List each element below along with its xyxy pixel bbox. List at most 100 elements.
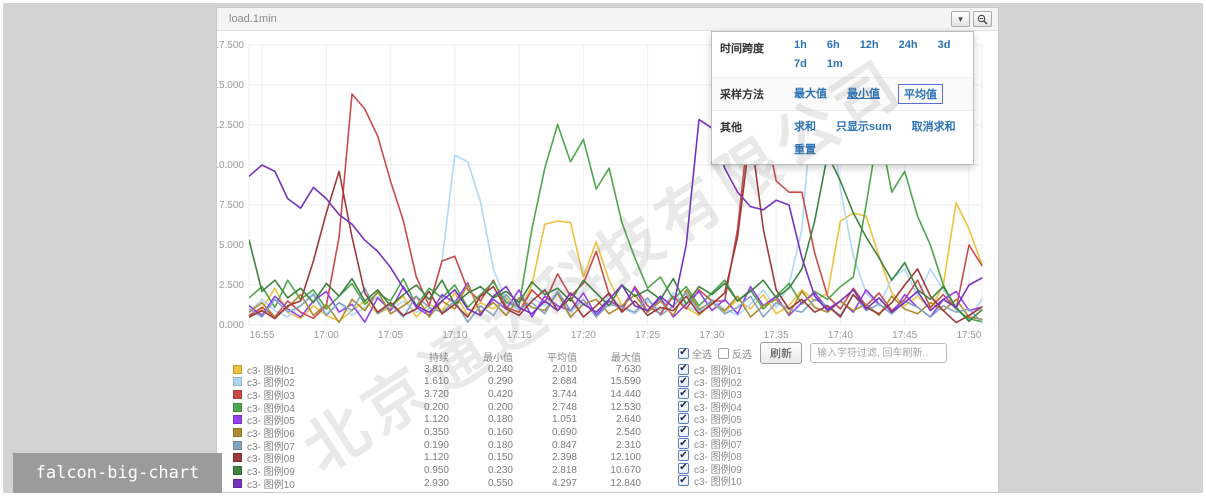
series-toggle-list: ✔c3- 图例01✔c3- 图例02✔c3- 图例03✔c3- 图例04✔c3-… bbox=[678, 363, 742, 487]
select-all-checkbox[interactable]: ✔ bbox=[678, 348, 689, 359]
legend-stat-value: 2.818 bbox=[519, 465, 583, 476]
svg-text:16:55: 16:55 bbox=[249, 330, 274, 341]
series-controls: ✔ 全选 ✔ 反选 刷新 bbox=[678, 342, 947, 364]
series-checkbox[interactable]: ✔ bbox=[678, 463, 689, 474]
series-toggle-label: c3- 图例10 bbox=[694, 473, 742, 488]
legend-stat-value: 2.640 bbox=[583, 414, 647, 425]
legend-stat-value: 0.160 bbox=[455, 427, 519, 438]
svg-text:0.000: 0.000 bbox=[219, 320, 244, 331]
panel-titlebar: load.1min ▾ bbox=[217, 8, 998, 31]
legend-stat-value: 0.230 bbox=[455, 465, 519, 476]
series-checkbox[interactable]: ✔ bbox=[678, 413, 689, 424]
series-color-swatch bbox=[233, 441, 242, 450]
legend-stat-value: 0.350 bbox=[391, 427, 455, 438]
series-checkbox[interactable]: ✔ bbox=[678, 401, 689, 412]
legend-stat-value: 0.200 bbox=[455, 402, 519, 413]
svg-text:17:20: 17:20 bbox=[571, 330, 596, 341]
popover-link-重置[interactable]: 重置 bbox=[792, 140, 818, 158]
popover-link-7d[interactable]: 7d bbox=[792, 57, 809, 71]
svg-text:17:30: 17:30 bbox=[699, 330, 724, 341]
caret-down-icon: ▾ bbox=[958, 14, 963, 25]
options-dropdown-button[interactable]: ▾ bbox=[951, 11, 970, 27]
legend-stat-value: 1.120 bbox=[391, 414, 455, 425]
legend-stat-value: 7.630 bbox=[583, 364, 647, 375]
legend-stat-value: 3.744 bbox=[519, 389, 583, 400]
series-color-swatch bbox=[233, 479, 242, 488]
series-name: c3- 图例10 bbox=[247, 476, 295, 491]
legend-stat-value: 0.290 bbox=[455, 376, 519, 387]
popover-row-2: 其他求和只显示sum取消求和重置 bbox=[712, 111, 973, 164]
chart-panel: load.1min ▾ 0.0002.5005.0007.50010.00012… bbox=[216, 7, 999, 493]
legend-stat-value: 2.310 bbox=[583, 440, 647, 451]
legend-stat-value: 0.180 bbox=[455, 414, 519, 425]
series-color-swatch bbox=[233, 377, 242, 386]
legend-stat-value: 1.051 bbox=[519, 414, 583, 425]
legend-row: c3- 图例102.9300.5504.29712.840 bbox=[231, 477, 647, 490]
svg-text:17:50: 17:50 bbox=[956, 330, 981, 341]
popover-link-24h[interactable]: 24h bbox=[897, 38, 920, 52]
legend-stat-value: 0.180 bbox=[455, 440, 519, 451]
legend-stat-value: 14.440 bbox=[583, 389, 647, 400]
svg-text:17:35: 17:35 bbox=[764, 330, 789, 341]
popover-links: 求和只显示sum 取消求和重置 bbox=[792, 117, 965, 158]
desktop-background: load.1min ▾ 0.0002.5005.0007.50010.00012… bbox=[3, 3, 1203, 493]
series-color-swatch bbox=[233, 403, 242, 412]
popover-link-12h[interactable]: 12h bbox=[858, 38, 881, 52]
popover-link-只显示sum[interactable]: 只显示sum bbox=[834, 117, 894, 135]
magnifier-icon bbox=[977, 14, 988, 25]
legend-stat-value: 0.550 bbox=[455, 478, 519, 489]
counter-title: load.1min bbox=[229, 13, 948, 25]
legend-stat-value: 12.530 bbox=[583, 402, 647, 413]
zoom-button[interactable] bbox=[973, 11, 992, 27]
legend-stat-value: 2.930 bbox=[391, 478, 455, 489]
popover-link-最大值[interactable]: 最大值 bbox=[792, 84, 829, 104]
refresh-button[interactable]: 刷新 bbox=[760, 342, 802, 364]
svg-text:5.000: 5.000 bbox=[219, 240, 244, 251]
legend-stat-value: 10.670 bbox=[583, 465, 647, 476]
series-checkbox[interactable]: ✔ bbox=[678, 426, 689, 437]
legend-stat-value: 15.590 bbox=[583, 376, 647, 387]
legend-stat-value: 2.010 bbox=[519, 364, 583, 375]
legend-stat-value: 2.748 bbox=[519, 402, 583, 413]
svg-text:17:10: 17:10 bbox=[442, 330, 467, 341]
popover-link-取消求和[interactable]: 取消求和 bbox=[910, 117, 958, 135]
series-checkbox[interactable]: ✔ bbox=[678, 450, 689, 461]
svg-text:17:40: 17:40 bbox=[828, 330, 853, 341]
legend-stat-value: 0.190 bbox=[391, 440, 455, 451]
series-checkbox[interactable]: ✔ bbox=[678, 364, 689, 375]
chart-name-label: falcon-big-chart bbox=[13, 453, 222, 493]
legend-stat-value: 12.840 bbox=[583, 478, 647, 489]
series-checkbox[interactable]: ✔ bbox=[678, 475, 689, 486]
legend-stat-value: 0.240 bbox=[455, 364, 519, 375]
series-color-swatch bbox=[233, 415, 242, 424]
legend-stat-value: 0.847 bbox=[519, 440, 583, 451]
filter-input[interactable] bbox=[810, 343, 947, 363]
legend-header-持续: 持续 bbox=[391, 349, 455, 364]
legend-stat-value: 0.420 bbox=[455, 389, 519, 400]
popover-row-1: 采样方法最大值最小值平均值 bbox=[712, 78, 973, 111]
series-checkbox[interactable]: ✔ bbox=[678, 388, 689, 399]
popover-link-求和[interactable]: 求和 bbox=[792, 117, 818, 135]
svg-text:2.500: 2.500 bbox=[219, 280, 244, 291]
legend-stat-value: 2.540 bbox=[583, 427, 647, 438]
series-checkbox[interactable]: ✔ bbox=[678, 376, 689, 387]
popover-row-0: 时间跨度1h6h12h24h3d7d1m bbox=[712, 32, 973, 78]
series-color-swatch bbox=[233, 428, 242, 437]
legend-header-最大值: 最大值 bbox=[583, 349, 647, 364]
svg-text:17:45: 17:45 bbox=[892, 330, 917, 341]
series-color-swatch bbox=[233, 453, 242, 462]
invert-selection-checkbox[interactable]: ✔ bbox=[718, 348, 729, 359]
popover-link-3d[interactable]: 3d bbox=[936, 38, 953, 52]
series-color-swatch bbox=[233, 390, 242, 399]
svg-text:17.500: 17.500 bbox=[217, 40, 244, 51]
svg-text:12.500: 12.500 bbox=[217, 120, 244, 131]
series-color-swatch bbox=[233, 466, 242, 475]
svg-text:17:15: 17:15 bbox=[507, 330, 532, 341]
popover-link-1h[interactable]: 1h bbox=[792, 38, 809, 52]
legend-stats-table: 持续最小值平均值最大值c3- 图例013.8100.2402.0107.630c… bbox=[231, 350, 647, 490]
popover-link-1m[interactable]: 1m bbox=[825, 57, 845, 71]
popover-link-最小值[interactable]: 最小值 bbox=[845, 84, 882, 104]
popover-link-平均值[interactable]: 平均值 bbox=[898, 84, 943, 104]
popover-link-6h[interactable]: 6h bbox=[825, 38, 842, 52]
series-checkbox[interactable]: ✔ bbox=[678, 438, 689, 449]
